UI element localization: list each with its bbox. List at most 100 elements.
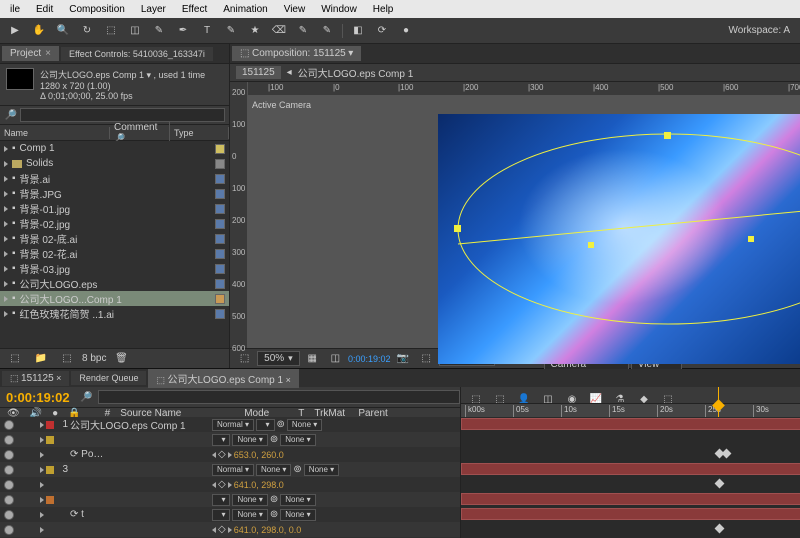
twirl-icon[interactable]: [40, 467, 44, 473]
search-icon[interactable]: 🔎: [4, 108, 18, 122]
project-item[interactable]: ▪背景-01.jpg: [0, 201, 229, 216]
visibility-toggle[interactable]: [4, 495, 14, 505]
bpc-label[interactable]: 8 bpc: [82, 353, 106, 364]
label-swatch[interactable]: [46, 421, 54, 429]
visibility-toggle[interactable]: [4, 420, 14, 430]
twirl-icon[interactable]: [40, 497, 44, 503]
layer-bar[interactable]: [461, 508, 800, 520]
delete-button[interactable]: 🗑: [110, 349, 132, 369]
label-swatch[interactable]: [215, 174, 225, 184]
visibility-toggle[interactable]: [4, 480, 14, 490]
zoom-dropdown[interactable]: 50% ▾: [257, 351, 300, 366]
menu-help[interactable]: Help: [365, 2, 402, 17]
tool-selection[interactable]: ▶: [4, 21, 26, 41]
timeline-row[interactable]: ◇ 641.0, 298.0: [0, 477, 460, 492]
menu-composition[interactable]: Composition: [61, 2, 133, 17]
blend-mode-dropdown[interactable]: Normal ▾: [212, 464, 254, 476]
comp-timecode[interactable]: 0:00:19:02: [348, 354, 391, 364]
timeline-row[interactable]: ▾None ▾⊚None ▾: [0, 432, 460, 447]
twirl-icon[interactable]: [40, 452, 44, 458]
tab-render-queue[interactable]: Render Queue: [71, 371, 146, 385]
twirl-icon[interactable]: [4, 251, 8, 257]
parent-dropdown[interactable]: None ▾: [304, 464, 339, 476]
project-item[interactable]: ▪背景 02-底.ai: [0, 231, 229, 246]
visibility-toggle[interactable]: [4, 510, 14, 520]
timeline-row[interactable]: ◇ 641.0, 298.0, 0.0: [0, 522, 460, 537]
tool-eraser[interactable]: ⌫: [268, 21, 290, 41]
visibility-toggle[interactable]: [4, 450, 14, 460]
tool-puppet[interactable]: ✎: [316, 21, 338, 41]
layer-bar[interactable]: [461, 418, 800, 430]
layer-name[interactable]: 公司大LOGO.eps Comp 1: [70, 417, 210, 432]
project-item[interactable]: ▪背景-02.jpg: [0, 216, 229, 231]
property-value[interactable]: 641.0, 298.0, 0.0: [234, 525, 302, 535]
parent-pickwhip[interactable]: ⊚: [270, 509, 278, 520]
twirl-icon[interactable]: [4, 266, 8, 272]
label-swatch[interactable]: [215, 279, 225, 289]
search-icon[interactable]: 🔎: [76, 387, 98, 407]
col-name[interactable]: Name: [0, 127, 110, 139]
layer-bar[interactable]: [461, 463, 800, 475]
project-item[interactable]: ▪Comp 1: [0, 141, 229, 156]
tool-hand[interactable]: ✋: [28, 21, 50, 41]
label-swatch[interactable]: [215, 144, 225, 154]
twirl-icon[interactable]: [4, 146, 8, 152]
tool-view-axis[interactable]: ●: [395, 21, 417, 41]
tool-world-axis[interactable]: ⟳: [371, 21, 393, 41]
tab-project[interactable]: Project×: [2, 46, 59, 61]
twirl-icon[interactable]: [4, 206, 8, 212]
property-value[interactable]: 641.0, 298.0: [234, 480, 284, 490]
timeline-layer-list[interactable]: 1公司大LOGO.eps Comp 1Normal ▾ ▾⊚None ▾ ▾No…: [0, 417, 460, 538]
twirl-icon[interactable]: [4, 311, 8, 317]
layer-name[interactable]: ⟳ t: [70, 509, 210, 520]
col-type[interactable]: Type: [170, 127, 229, 139]
visibility-toggle[interactable]: [4, 435, 14, 445]
blend-mode-dropdown[interactable]: Normal ▾: [212, 419, 254, 431]
menu-file[interactable]: ile: [2, 2, 28, 17]
blend-mode-dropdown[interactable]: ▾: [212, 434, 230, 446]
tab-timeline-3[interactable]: ⬚ 公司大LOGO.eps Comp 1 ×: [148, 369, 298, 388]
trkmat-dropdown[interactable]: None ▾: [232, 509, 267, 521]
blend-mode-dropdown[interactable]: ▾: [212, 509, 230, 521]
label-swatch[interactable]: [215, 264, 225, 274]
twirl-icon[interactable]: [40, 422, 44, 428]
menu-edit[interactable]: Edit: [28, 2, 61, 17]
parent-pickwhip[interactable]: ⊚: [277, 419, 285, 430]
parent-pickwhip[interactable]: ⊚: [293, 464, 301, 475]
project-item[interactable]: ▪背景.ai: [0, 171, 229, 186]
label-swatch[interactable]: [215, 234, 225, 244]
workspace-label[interactable]: Workspace: A: [722, 23, 796, 38]
tool-local-axis[interactable]: ◧: [347, 21, 369, 41]
tool-mask-rect[interactable]: ✎: [148, 21, 170, 41]
new-comp-button[interactable]: ⬚: [56, 349, 78, 369]
label-swatch[interactable]: [215, 309, 225, 319]
project-item[interactable]: ▪背景-03.jpg: [0, 261, 229, 276]
label-swatch[interactable]: [46, 496, 54, 504]
twirl-icon[interactable]: [4, 281, 8, 287]
parent-dropdown[interactable]: None ▾: [280, 434, 315, 446]
twirl-icon[interactable]: [4, 221, 8, 227]
twirl-icon[interactable]: [40, 437, 44, 443]
keyframe[interactable]: [722, 449, 732, 459]
label-swatch[interactable]: [215, 219, 225, 229]
tab-dropdown-icon[interactable]: ▾: [348, 48, 353, 59]
project-list[interactable]: ▪Comp 1Solids▪背景.ai▪背景.JPG▪背景-01.jpg▪背景-…: [0, 141, 229, 348]
twirl-icon[interactable]: [40, 512, 44, 518]
timeline-ruler[interactable]: k00s05s10s15s20s25s30s35s: [461, 403, 800, 417]
close-icon[interactable]: ×: [45, 48, 51, 59]
tool-roto[interactable]: ✎: [292, 21, 314, 41]
project-item[interactable]: ▪红色玫瑰花简贺 ..1.ai: [0, 306, 229, 321]
label-swatch[interactable]: [215, 204, 225, 214]
layer-bar[interactable]: [461, 493, 800, 505]
timeline-row[interactable]: ▾None ▾⊚None ▾: [0, 492, 460, 507]
menu-view[interactable]: View: [276, 2, 314, 17]
timeline-row[interactable]: ⟳ t ▾None ▾⊚None ▾: [0, 507, 460, 522]
tool-rotate[interactable]: ↻: [76, 21, 98, 41]
breadcrumb-child[interactable]: 公司大LOGO.eps Comp 1: [298, 65, 414, 80]
tool-zoom[interactable]: 🔍: [52, 21, 74, 41]
timeline-row[interactable]: 3Normal ▾None ▾⊚None ▾: [0, 462, 460, 477]
project-item[interactable]: ▪公司大LOGO...Comp 1: [0, 291, 229, 306]
menu-effect[interactable]: Effect: [174, 2, 215, 17]
tool-text[interactable]: T: [196, 21, 218, 41]
twirl-icon[interactable]: [4, 236, 8, 242]
